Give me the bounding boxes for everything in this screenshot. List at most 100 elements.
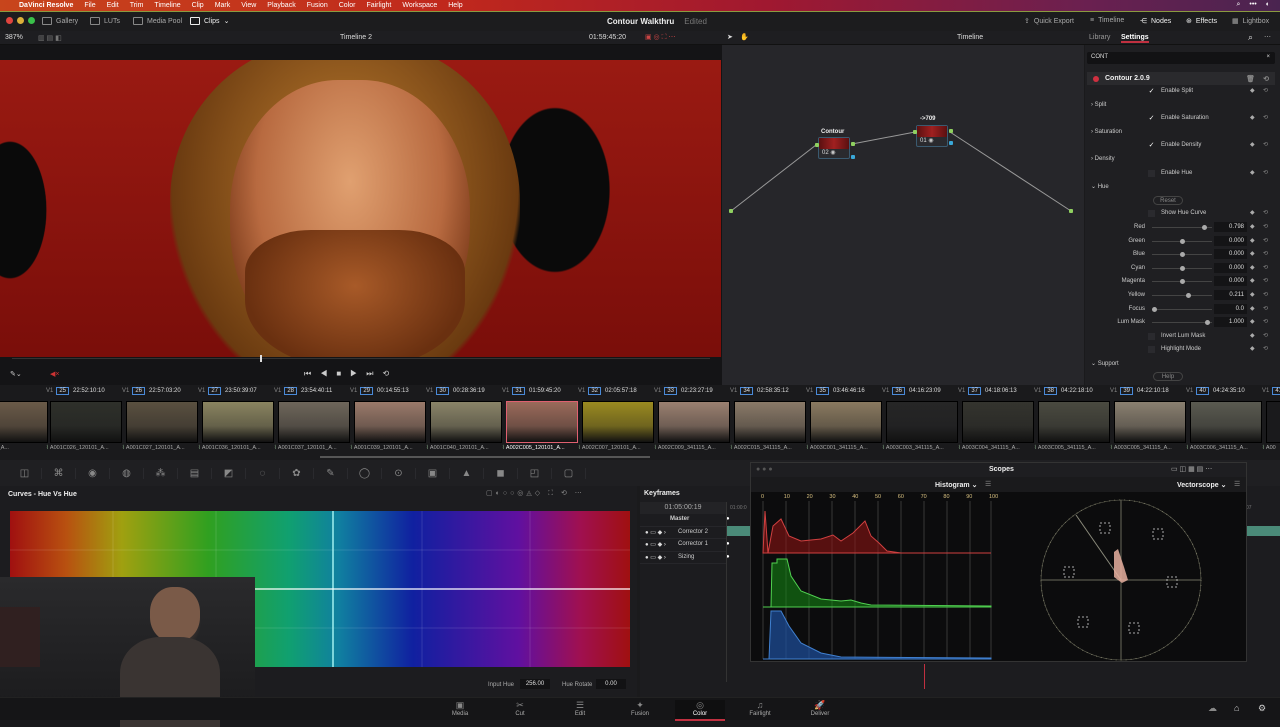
clip-thumbnail[interactable] <box>50 401 122 443</box>
rgb-mixer-icon[interactable]: ⁂ <box>144 467 178 479</box>
node-input-pin[interactable] <box>913 130 917 134</box>
clip-33[interactable]: V1 33 02:23:27:19 ⌇ A002C009_341115_A... <box>654 385 730 460</box>
reset-icon[interactable]: ⟲ <box>1263 75 1269 83</box>
color-match-icon[interactable]: ⌘ <box>42 467 76 479</box>
page-fairlight[interactable]: ♫ Fairlight <box>735 700 785 717</box>
keyframe-track-corrector-1[interactable]: ● ▭ ◆ › Corrector 1 ● <box>640 539 730 552</box>
page-cut[interactable]: ✂ Cut <box>495 700 545 717</box>
clip-28[interactable]: V1 28 23:54:40:11 ⌇ A001C037_120101_A... <box>274 385 350 460</box>
histogram-settings-icon[interactable]: ☰ <box>985 480 991 488</box>
hdr-wheels-icon[interactable]: ◍ <box>110 467 144 479</box>
value-field[interactable]: 0.211 <box>1214 289 1247 300</box>
keyframe-icon[interactable]: ◆ <box>1250 87 1255 94</box>
eyedropper-icon[interactable]: ✎⌄ <box>10 370 22 378</box>
luts-button[interactable]: LUTs <box>90 17 120 25</box>
gallery-button[interactable]: Gallery <box>42 17 78 25</box>
keyframe-icon[interactable]: ◆ <box>1250 291 1255 298</box>
reset-icon[interactable]: ⟲ <box>1263 264 1268 271</box>
section-header[interactable]: ⌄ Hue <box>1091 183 1109 190</box>
effect-enable-toggle[interactable] <box>1093 75 1099 82</box>
node-01[interactable]: 01 ◉ <box>916 125 948 147</box>
more-options-icon[interactable]: ⋯ <box>1264 33 1271 41</box>
page-fusion[interactable]: ✦ Fusion <box>615 700 665 717</box>
magic-mask-icon[interactable]: ▣ <box>416 467 450 479</box>
control-center-icon[interactable]: ◐ <box>1266 1 1270 9</box>
reset-icon[interactable]: ⟲ <box>1263 223 1268 230</box>
clip-thumbnail[interactable] <box>1114 401 1186 443</box>
clip-thumbnail[interactable] <box>658 401 730 443</box>
slider-track[interactable] <box>1152 320 1212 326</box>
input-hue-field[interactable]: 256.00 <box>520 679 550 689</box>
checkbox[interactable]: ✓ <box>1148 115 1155 122</box>
slider-handle[interactable] <box>1180 279 1185 285</box>
slider-track[interactable] <box>1152 306 1212 312</box>
keyframe-icon[interactable]: ◆ <box>1250 332 1255 339</box>
track-controls[interactable]: ● ▭ ◆ › <box>645 554 666 561</box>
keyframe-icon[interactable]: ◆ <box>1250 250 1255 257</box>
slider-track[interactable] <box>1152 238 1212 244</box>
eyedropper-icon[interactable]: ✎ <box>314 467 348 479</box>
histogram-dropdown[interactable]: Histogram ⌄ <box>935 481 977 489</box>
color-wheels-icon[interactable]: ◉ <box>76 467 110 479</box>
keyframe-icon[interactable]: ◆ <box>1250 318 1255 325</box>
mute-icon[interactable]: ◀× <box>50 370 59 378</box>
scopes-window-controls[interactable]: ● ● ● <box>756 466 773 473</box>
clip-31[interactable]: V1 31 01:59:45:20 ⌇ A002C005_120101_A... <box>502 385 578 460</box>
node-02[interactable]: 02 ◉ <box>818 137 850 159</box>
clip-thumbnail[interactable] <box>354 401 426 443</box>
menu-fairlight[interactable]: Fairlight <box>366 2 391 9</box>
timeline-toggle[interactable]: ≡ Timeline <box>1090 17 1124 24</box>
checkbox[interactable] <box>1148 210 1155 218</box>
vectorscope-dropdown[interactable]: Vectorscope ⌄ <box>1177 481 1226 489</box>
3d-icon[interactable]: ▢ <box>552 467 586 479</box>
reset-icon[interactable]: ⟲ <box>1263 209 1268 216</box>
menu-edit[interactable]: Edit <box>107 2 119 9</box>
slider-track[interactable] <box>1152 279 1212 285</box>
scope-layout-icons[interactable]: ▭ ◫ ▦ ▤ ⋯ <box>1171 465 1212 473</box>
close-window-button[interactable] <box>6 17 13 24</box>
effects-search-input[interactable]: CONT × <box>1087 52 1275 64</box>
slider-handle[interactable] <box>1180 265 1185 271</box>
playhead[interactable] <box>260 355 262 362</box>
app-menu[interactable]: DaVinci Resolve <box>19 2 73 9</box>
curves-icon[interactable]: ◩ <box>212 467 246 479</box>
section-header[interactable]: › Split <box>1091 102 1106 108</box>
reset-button[interactable]: Reset <box>1153 195 1183 205</box>
playback-buttons[interactable]: ⏮◀■▶⏭⟲ <box>304 369 398 379</box>
menu-trim[interactable]: Trim <box>130 2 144 9</box>
clip-thumbnail[interactable] <box>1038 401 1110 443</box>
help-button[interactable]: Help <box>1153 372 1183 382</box>
clip-29[interactable]: V1 29 00:14:55:13 ⌇ A001C039_120101_A... <box>350 385 426 460</box>
hue-rotate-field[interactable]: 0.00 <box>596 679 626 689</box>
keyframe-icon[interactable]: ◆ <box>1250 209 1255 216</box>
clip-32[interactable]: V1 32 02:05:57:18 ⌇ A002C007_120101_A... <box>578 385 654 460</box>
keyframe-icon[interactable]: ◆ <box>1250 114 1255 121</box>
zoom-window-button[interactable] <box>28 17 35 24</box>
node-input-pin[interactable] <box>815 143 819 147</box>
clip-strip-scrollbar[interactable] <box>320 456 650 458</box>
value-field[interactable]: 0.798 <box>1214 221 1247 232</box>
search-icon[interactable]: ⌕ <box>1236 1 1240 9</box>
keyframe-track-sizing[interactable]: ● ▭ ◆ › Sizing ● <box>640 552 730 564</box>
scrubber-track[interactable] <box>12 355 710 362</box>
clip-26[interactable]: V1 26 22:57:03:20 ⌇ A001C027_120101_A... <box>122 385 198 460</box>
timeline-selector[interactable]: Timeline 2 <box>340 34 372 41</box>
nodes-toggle[interactable]: ⋲ Nodes <box>1140 17 1171 26</box>
window-icon[interactable]: ◯ <box>348 467 382 479</box>
vectorscope-settings-icon[interactable]: ☰ <box>1234 480 1240 488</box>
qualifier-icon[interactable]: ✿ <box>280 467 314 479</box>
value-field[interactable]: 1.000 <box>1214 317 1247 328</box>
clip-35[interactable]: V1 35 03:46:46:16 ⌇ A003C001_341115_A... <box>806 385 882 460</box>
menu-file[interactable]: File <box>84 2 95 9</box>
clip-36[interactable]: V1 36 04:16:23:09 ⌇ A003C003_341115_A... <box>882 385 958 460</box>
delete-icon[interactable]: 🗑 <box>1246 75 1255 83</box>
keyframe-icon[interactable]: ◆ <box>1250 277 1255 284</box>
keyframe-track-corrector-2[interactable]: ● ▭ ◆ ›Corrector 2● <box>640 527 730 539</box>
clip-30[interactable]: V1 30 00:28:36:19 ⌇ A001C040_120101_A... <box>426 385 502 460</box>
clip-thumbnail[interactable] <box>506 401 578 443</box>
output-pin[interactable] <box>1069 209 1073 213</box>
value-field[interactable]: 0.000 <box>1214 262 1247 273</box>
more-icon[interactable]: ••• <box>1249 1 1256 9</box>
reset-icon[interactable]: ⟲ <box>1263 87 1268 94</box>
reset-icon[interactable]: ⟲ <box>1263 114 1268 121</box>
